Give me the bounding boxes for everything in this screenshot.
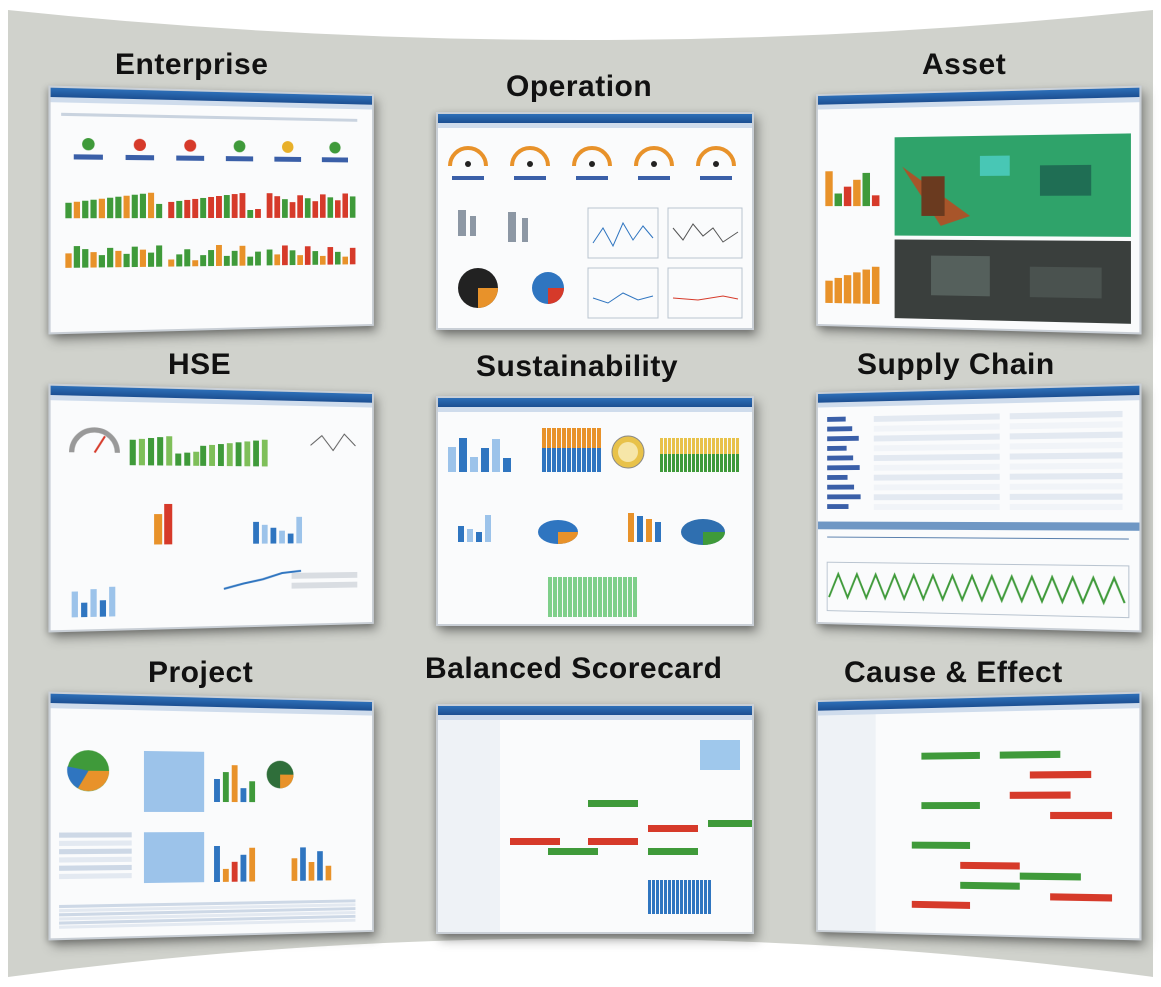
screenshot-project — [48, 691, 374, 941]
window-titlebar — [438, 114, 752, 123]
screenshot-enterprise — [48, 85, 374, 335]
sustainability-dashboard — [448, 428, 739, 617]
caption-hse: HSE — [168, 348, 232, 381]
screenshot-balanced-scorecard — [436, 704, 754, 934]
screenshot-sustainability — [436, 396, 754, 626]
caption-sustainability: Sustainability — [476, 350, 679, 383]
cause-effect-dashboard — [817, 714, 1113, 932]
caption-cause-effect: Cause & Effect — [844, 656, 1063, 689]
screenshot-operation — [436, 112, 754, 330]
operation-dashboard — [448, 146, 743, 319]
caption-balanced-scorecard: Balanced Scorecard — [425, 652, 723, 685]
caption-supply-chain: Supply Chain — [857, 348, 1055, 381]
caption-enterprise: Enterprise — [115, 48, 269, 81]
balanced-scorecard-dashboard — [438, 720, 752, 932]
supply-chain-dashboard — [817, 410, 1140, 630]
screenshot-supply-chain — [816, 383, 1142, 633]
asset-dashboard — [825, 133, 1131, 324]
screenshot-asset — [816, 85, 1142, 335]
screenshot-cause-effect — [816, 691, 1142, 941]
window-titlebar — [438, 706, 752, 715]
project-dashboard — [59, 749, 356, 929]
kpi-indicators — [73, 137, 349, 163]
pie-charts — [458, 268, 564, 308]
enterprise-dashboard — [61, 112, 358, 268]
caption-operation: Operation — [506, 70, 653, 103]
window-titlebar — [438, 398, 752, 407]
equipment-graphic — [458, 210, 528, 242]
caption-asset: Asset — [922, 48, 1007, 81]
caption-project: Project — [148, 656, 254, 689]
hse-dashboard — [51, 400, 372, 618]
screenshot-hse — [48, 383, 374, 633]
